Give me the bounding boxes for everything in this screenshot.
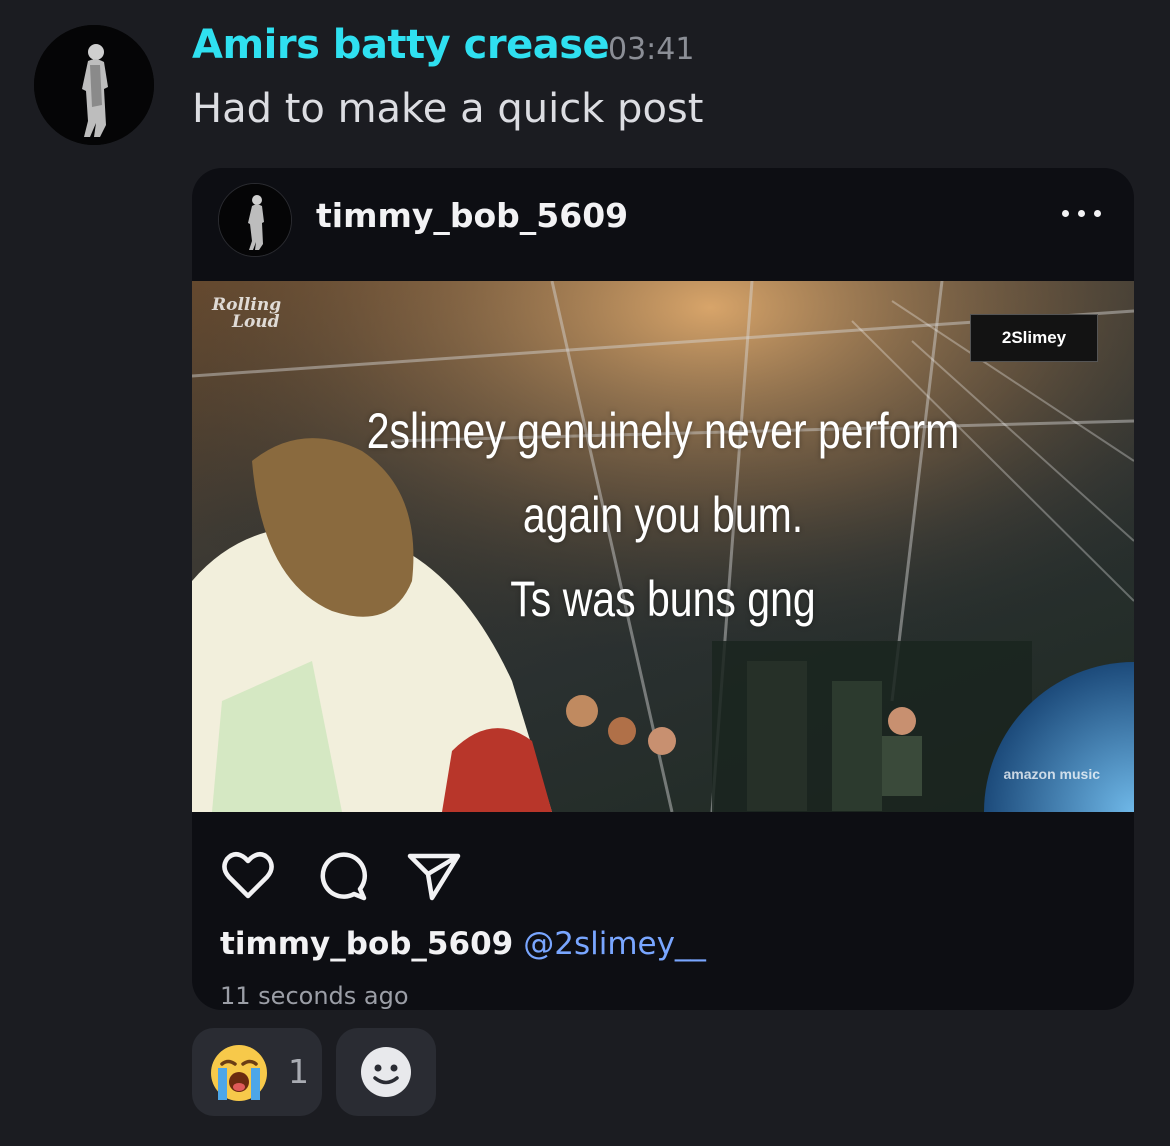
caption-username[interactable]: timmy_bob_5609 (220, 926, 513, 962)
share-icon[interactable] (404, 846, 464, 906)
reaction-crying[interactable]: 1 (192, 1028, 322, 1116)
rolling-loud-logo: Rolling Loud (212, 295, 282, 332)
person-silhouette-icon (219, 184, 291, 256)
author-avatar[interactable] (34, 25, 154, 145)
reaction-count: 1 (288, 1052, 309, 1091)
post-caption: timmy_bob_5609 @2slimey__ (220, 926, 706, 962)
overlay-line: Ts was buns gng (510, 571, 816, 627)
overlay-line: 2slimey genuinely never perform (366, 403, 960, 459)
more-options-icon[interactable] (1060, 192, 1104, 232)
message-text: Had to make a quick post (192, 86, 704, 132)
caption-mention[interactable]: @2slimey__ (523, 926, 706, 962)
person-silhouette-icon (34, 25, 154, 145)
heart-icon[interactable] (218, 846, 278, 906)
author-name[interactable]: Amirs batty crease (192, 22, 610, 68)
overlay-line: again you bum. (522, 487, 804, 543)
message-timestamp: 03:41 (608, 32, 695, 67)
post-time: 11 seconds ago (220, 982, 409, 1010)
instagram-embed[interactable]: timmy_bob_5609 Rolling Loud 2Slimey 2sli… (192, 168, 1134, 1010)
amazon-music-watermark: amazon music (1003, 766, 1100, 782)
add-reaction-icon (361, 1047, 411, 1097)
embed-avatar[interactable] (218, 183, 292, 257)
artist-tag: 2Slimey (970, 314, 1098, 362)
comment-icon[interactable] (312, 846, 372, 906)
add-reaction-button[interactable] (336, 1028, 436, 1116)
embed-username[interactable]: timmy_bob_5609 (316, 196, 628, 235)
loudly-crying-face-icon (211, 1045, 267, 1101)
post-media[interactable]: Rolling Loud 2Slimey 2slimey genuinely n… (192, 281, 1134, 812)
media-caption-overlay: 2slimey genuinely never perform again yo… (277, 389, 1049, 641)
